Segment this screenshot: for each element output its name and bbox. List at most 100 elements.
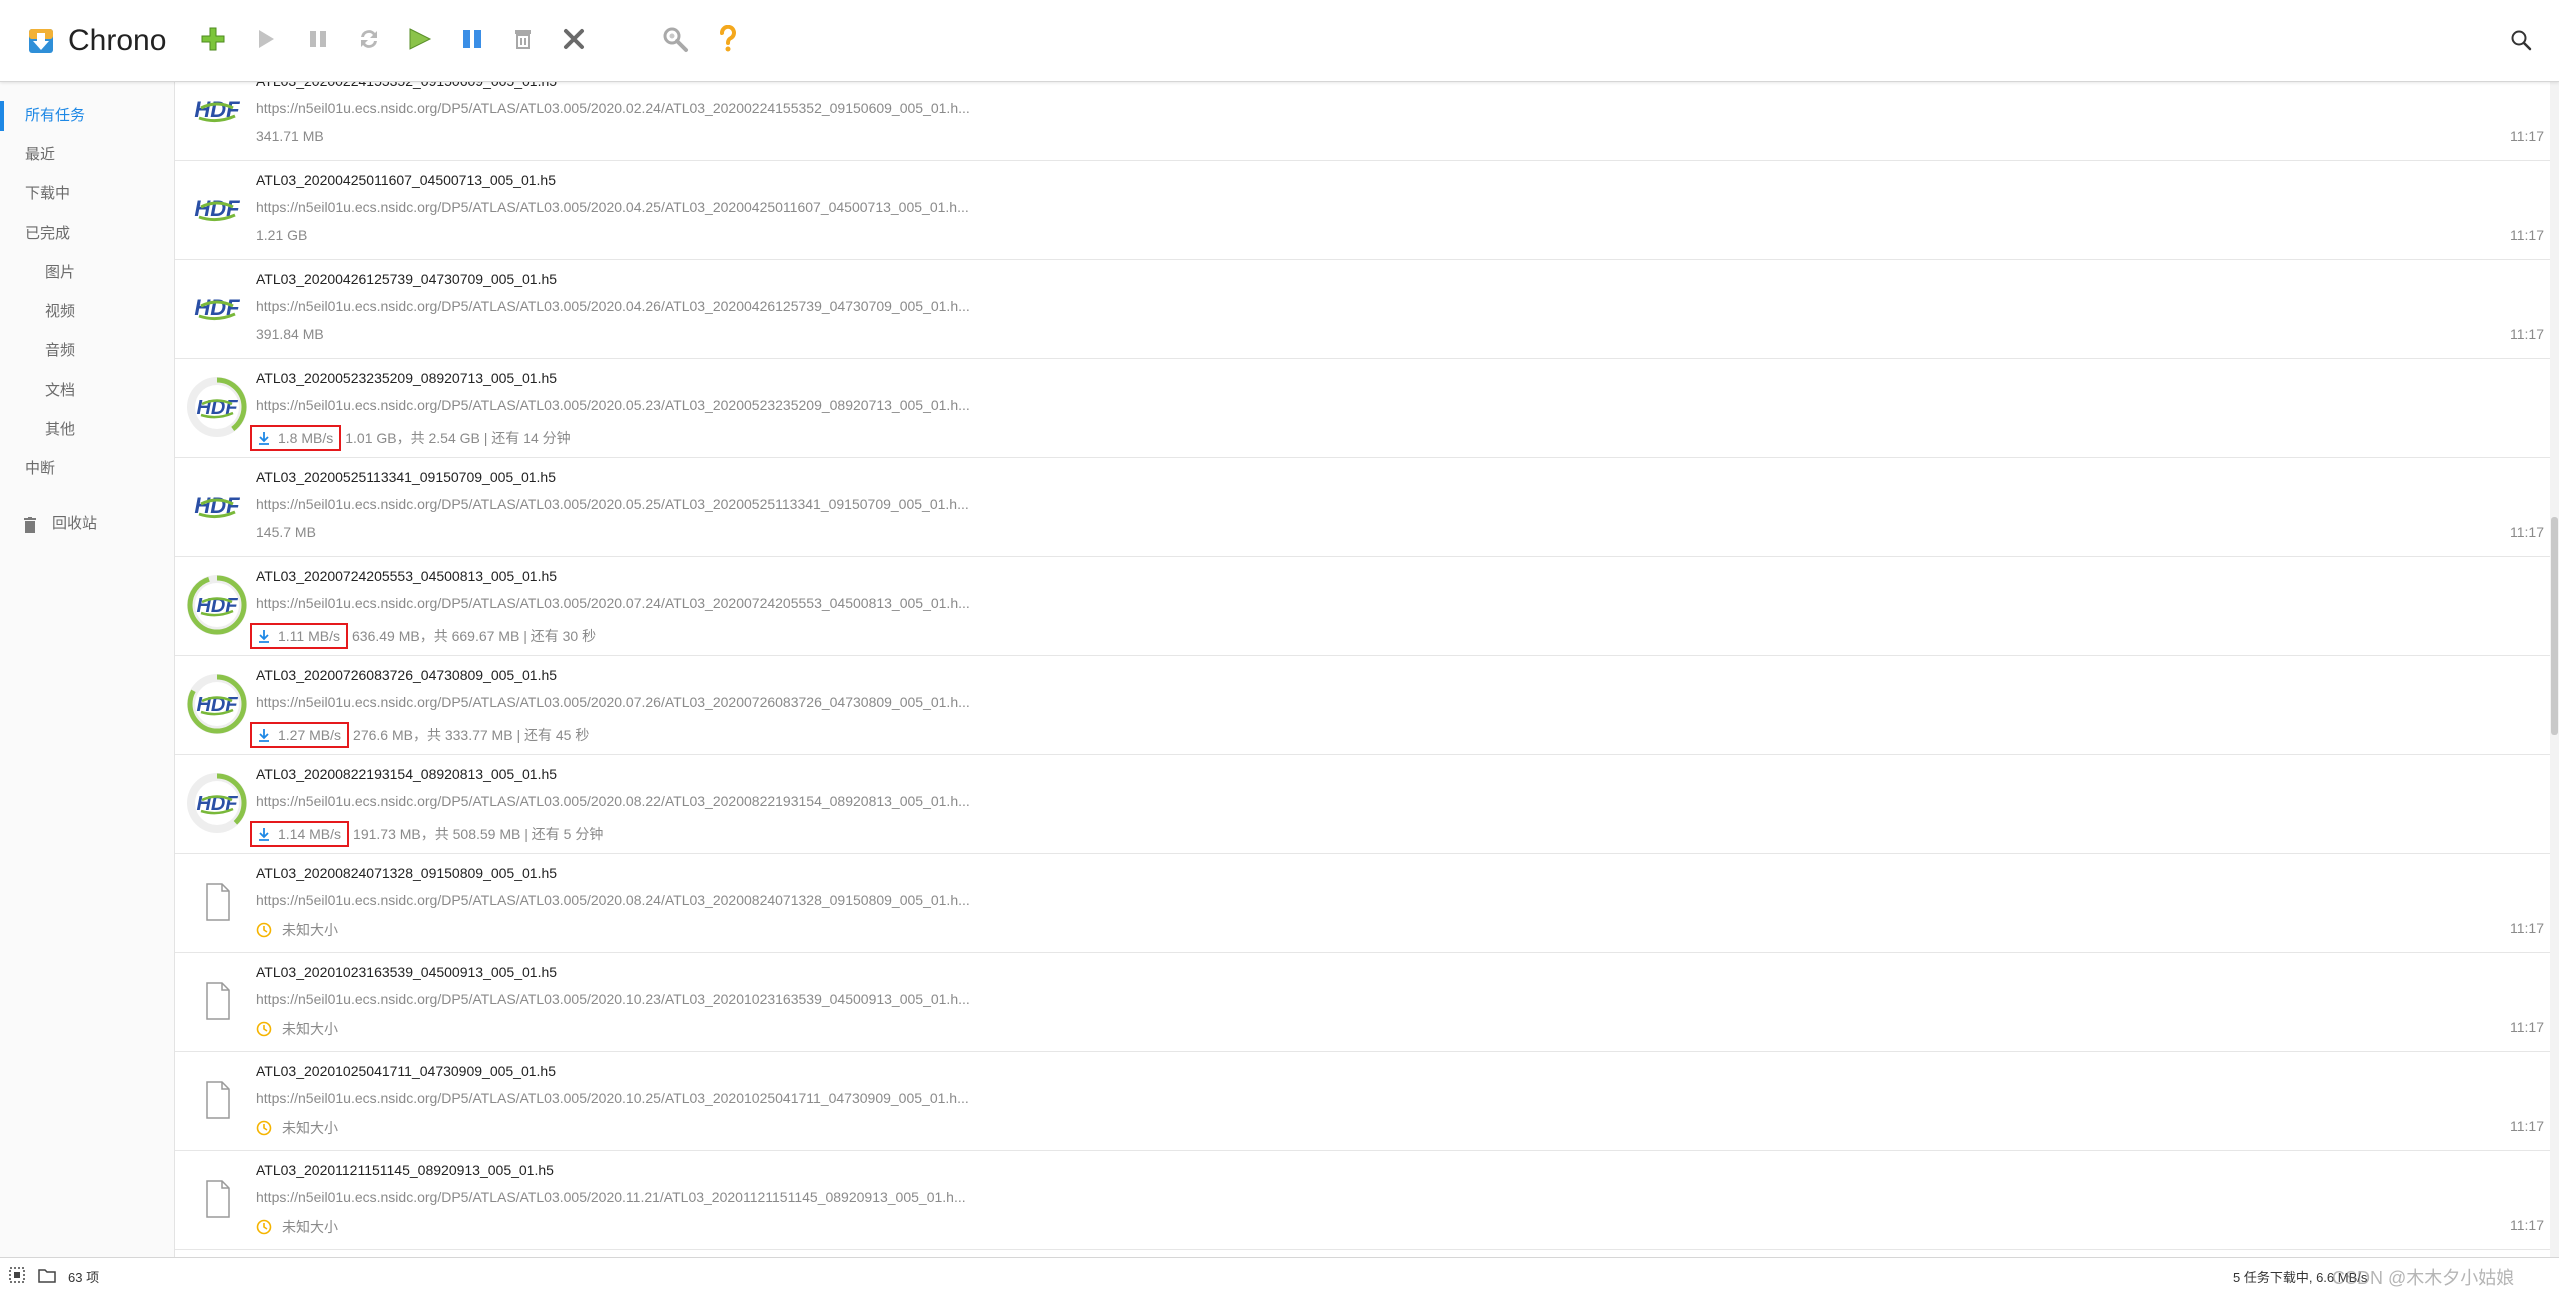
- app-title: Chrono: [68, 24, 167, 57]
- task-size: 未知大小: [282, 1219, 338, 1235]
- pause-all-icon: [463, 30, 481, 48]
- task-row[interactable]: ATL03_20201023163539_04500913_005_01.h5 …: [175, 953, 2550, 1052]
- task-name[interactable]: ATL03_20200822193154_08920813_005_01.h5: [256, 766, 557, 782]
- download-arrow-icon: [259, 828, 269, 841]
- task-time: 11:17: [2510, 326, 2544, 342]
- task-row[interactable]: ATL03_20201025041711_04730909_005_01.h5 …: [175, 1052, 2550, 1151]
- sidebar-item-trash[interactable]: 回收站: [0, 509, 174, 539]
- sidebar-item-interrupted[interactable]: 中断: [0, 454, 174, 484]
- help-button[interactable]: [711, 22, 745, 56]
- hdf-progress-icon: HDF: [187, 575, 247, 635]
- start-all-button[interactable]: [403, 22, 437, 56]
- task-size: 391.84 MB: [256, 326, 324, 342]
- task-name[interactable]: ATL03_20200224155352_09150609_005_01.h5: [256, 82, 557, 89]
- pause-all-button[interactable]: [455, 22, 489, 56]
- delete-button[interactable]: [557, 22, 591, 56]
- clock-icon: [256, 1219, 272, 1235]
- download-speed: 1.27 MB/s: [250, 722, 350, 748]
- sidebar-item-downloading[interactable]: 下载中: [0, 179, 174, 209]
- sidebar-item-label: 中断: [25, 460, 56, 477]
- download-speed: 1.8 MB/s: [250, 425, 342, 451]
- sidebar-item-all-tasks[interactable]: 所有任务: [0, 101, 174, 131]
- task-name[interactable]: ATL03_20201121151145_08920913_005_01.h5: [256, 1162, 554, 1178]
- task-row[interactable]: HDF ATL03_20200724205553_04500813_005_01…: [175, 557, 2550, 656]
- clock-icon: [256, 1120, 272, 1136]
- download-arrow-icon: [259, 630, 269, 643]
- task-name[interactable]: ATL03_20200425011607_04500713_005_01.h5: [256, 172, 556, 188]
- task-name[interactable]: ATL03_20200824071328_09150809_005_01.h5: [256, 865, 557, 881]
- hdf-file-icon: HDF: [186, 82, 248, 141]
- search-icon[interactable]: [2507, 26, 2537, 56]
- refresh-button[interactable]: [352, 22, 386, 56]
- task-name[interactable]: ATL03_20200523235209_08920713_005_01.h5: [256, 370, 557, 386]
- task-url: https://n5eil01u.ecs.nsidc.org/DP5/ATLAS…: [256, 199, 969, 215]
- task-row[interactable]: HDF ATL03_20200525113341_09150709_005_01…: [175, 458, 2550, 557]
- task-name[interactable]: ATL03_20200726083726_04730809_005_01.h5: [256, 667, 557, 683]
- task-name[interactable]: ATL03_20200525113341_09150709_005_01.h5: [256, 469, 556, 485]
- task-time: 11:17: [2510, 920, 2544, 936]
- task-row[interactable]: HDF ATL03_20200523235209_08920713_005_01…: [175, 359, 2550, 458]
- folder-icon[interactable]: [38, 1266, 56, 1284]
- settings-button[interactable]: [658, 22, 692, 56]
- scrollbar-thumb[interactable]: [2551, 517, 2558, 735]
- play-all-icon: [409, 28, 432, 50]
- task-row[interactable]: HDF ATL03_20200425011607_04500713_005_01…: [175, 161, 2550, 260]
- task-name[interactable]: ATL03_20201023163539_04500913_005_01.h5: [256, 964, 557, 980]
- task-row[interactable]: ATL03_20200824071328_09150809_005_01.h5 …: [175, 854, 2550, 953]
- scrollbar[interactable]: [2550, 82, 2559, 1257]
- file-icon: [206, 883, 230, 921]
- start-button[interactable]: [249, 22, 283, 56]
- task-time: 11:17: [2510, 1019, 2544, 1035]
- select-icon[interactable]: [8, 1266, 26, 1284]
- question-mark-icon: [720, 25, 736, 52]
- file-icon: [206, 1180, 230, 1218]
- sidebar-item-completed[interactable]: 已完成: [0, 219, 174, 249]
- task-meta: 1.11 MB/s 636.49 MB，共 669.67 MB | 还有 30 …: [250, 623, 596, 649]
- task-name[interactable]: ATL03_20200724205553_04500813_005_01.h5: [256, 568, 557, 584]
- clean-button[interactable]: [506, 22, 540, 56]
- sidebar-item-label: 视频: [45, 303, 76, 320]
- watermark: CSDN @木木夕小姑娘: [2332, 1268, 2515, 1288]
- sidebar-item-label: 其他: [45, 421, 76, 438]
- task-row[interactable]: ATL03_20201121151145_08920913_005_01.h5 …: [175, 1151, 2550, 1250]
- new-task-button[interactable]: [196, 22, 230, 56]
- sidebar-item-images[interactable]: 图片: [0, 258, 174, 288]
- task-url: https://n5eil01u.ecs.nsidc.org/DP5/ATLAS…: [256, 496, 969, 512]
- sidebar: 所有任务 最近 下载中 已完成 图片 视频 音频 文档 其他 中断 回收站: [0, 82, 175, 1257]
- sidebar-item-label: 所有任务: [25, 107, 86, 124]
- clock-icon: [256, 1021, 272, 1037]
- sidebar-item-label: 文档: [45, 382, 76, 399]
- sidebar-item-label: 已完成: [25, 225, 71, 242]
- task-url: https://n5eil01u.ecs.nsidc.org/DP5/ATLAS…: [256, 595, 970, 611]
- task-url: https://n5eil01u.ecs.nsidc.org/DP5/ATLAS…: [256, 298, 970, 314]
- task-url: https://n5eil01u.ecs.nsidc.org/DP5/ATLAS…: [256, 1189, 966, 1205]
- task-meta: 1.27 MB/s 276.6 MB，共 333.77 MB | 还有 45 秒: [250, 722, 589, 748]
- task-row[interactable]: HDF ATL03_20200822193154_08920813_005_01…: [175, 755, 2550, 854]
- settings-search-icon: [663, 27, 688, 52]
- task-meta: 未知大小: [256, 920, 338, 940]
- pause-button[interactable]: [301, 22, 335, 56]
- task-url: https://n5eil01u.ecs.nsidc.org/DP5/ATLAS…: [256, 100, 970, 116]
- close-icon: [564, 29, 584, 49]
- task-row[interactable]: HDF ATL03_20200426125739_04730709_005_01…: [175, 260, 2550, 359]
- task-time: 11:17: [2510, 524, 2544, 540]
- task-name[interactable]: ATL03_20201025041711_04730909_005_01.h5: [256, 1063, 556, 1079]
- task-row[interactable]: HDF ATL03_20200726083726_04730809_005_01…: [175, 656, 2550, 755]
- chrono-logo-icon: [29, 29, 53, 53]
- sidebar-item-audio[interactable]: 音频: [0, 336, 174, 366]
- task-row[interactable]: HDF ATL03_20200224155352_09150609_005_01…: [175, 82, 2550, 161]
- plus-icon: [201, 27, 225, 51]
- pause-icon: [310, 31, 326, 47]
- sidebar-item-other[interactable]: 其他: [0, 415, 174, 445]
- sidebar-item-label: 最近: [25, 146, 56, 163]
- sidebar-item-videos[interactable]: 视频: [0, 297, 174, 327]
- task-size: 1.21 GB: [256, 227, 308, 243]
- hdf-file-icon: HDF: [186, 178, 248, 240]
- sidebar-item-label: 回收站: [52, 515, 98, 532]
- task-url: https://n5eil01u.ecs.nsidc.org/DP5/ATLAS…: [256, 694, 970, 710]
- sidebar-item-documents[interactable]: 文档: [0, 376, 174, 406]
- sidebar-item-recent[interactable]: 最近: [0, 140, 174, 170]
- task-meta: 1.14 MB/s 191.73 MB，共 508.59 MB | 还有 5 分…: [250, 821, 603, 847]
- task-time: 11:17: [2510, 128, 2544, 144]
- task-name[interactable]: ATL03_20200426125739_04730709_005_01.h5: [256, 271, 557, 287]
